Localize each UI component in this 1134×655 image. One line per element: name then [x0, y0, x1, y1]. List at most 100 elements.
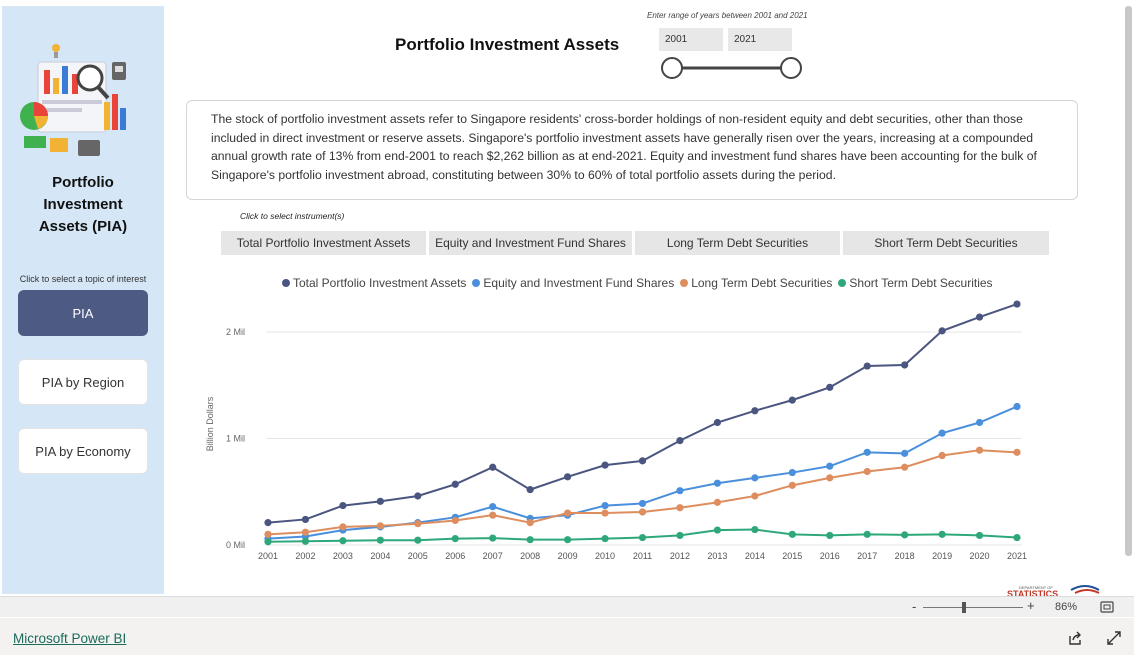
data-point[interactable]: [788, 396, 796, 404]
data-point[interactable]: [676, 504, 684, 512]
legend-item-total[interactable]: Total Portfolio Investment Assets: [282, 276, 466, 290]
data-point[interactable]: [751, 407, 759, 415]
legend-item-equity[interactable]: Equity and Investment Fund Shares: [472, 276, 674, 290]
data-point[interactable]: [376, 497, 384, 505]
data-point[interactable]: [713, 498, 722, 506]
data-point[interactable]: [264, 538, 272, 546]
data-point[interactable]: [975, 446, 984, 454]
data-point[interactable]: [1013, 533, 1021, 542]
fit-to-page-icon[interactable]: [1100, 601, 1114, 613]
data-point[interactable]: [414, 520, 422, 528]
data-point[interactable]: [264, 519, 272, 527]
data-point[interactable]: [526, 519, 534, 527]
data-point[interactable]: [451, 535, 459, 543]
data-point[interactable]: [638, 508, 647, 516]
zoom-slider-track[interactable]: [923, 607, 1023, 608]
data-point[interactable]: [938, 429, 946, 437]
data-point[interactable]: [975, 531, 984, 540]
data-point[interactable]: [788, 468, 796, 477]
data-point[interactable]: [489, 534, 497, 542]
data-point[interactable]: [751, 474, 759, 482]
data-point[interactable]: [751, 525, 759, 534]
data-point[interactable]: [1013, 300, 1021, 308]
power-bi-link[interactable]: Microsoft Power BI: [13, 631, 126, 646]
start-year-input[interactable]: 2001: [659, 28, 723, 51]
data-point[interactable]: [788, 481, 796, 489]
data-point[interactable]: [414, 536, 422, 544]
data-point[interactable]: [601, 461, 609, 469]
data-point[interactable]: [638, 533, 647, 542]
instrument-button-short-term-debt[interactable]: Short Term Debt Securities: [843, 231, 1049, 255]
topic-button-pia[interactable]: PIA: [18, 290, 148, 336]
topic-button-pia-by-economy[interactable]: PIA by Economy: [18, 428, 148, 474]
instrument-button-equity[interactable]: Equity and Investment Fund Shares: [429, 231, 632, 255]
data-point[interactable]: [638, 457, 647, 465]
data-point[interactable]: [564, 509, 572, 517]
data-point[interactable]: [451, 516, 459, 525]
vertical-scrollbar[interactable]: [1125, 6, 1132, 556]
share-icon[interactable]: [1067, 630, 1083, 646]
data-point[interactable]: [376, 522, 384, 530]
data-point[interactable]: [826, 474, 834, 482]
data-point[interactable]: [826, 462, 834, 470]
instrument-button-long-term-debt[interactable]: Long Term Debt Securities: [635, 231, 840, 255]
data-point[interactable]: [489, 503, 497, 511]
data-point[interactable]: [713, 479, 722, 487]
data-point[interactable]: [526, 536, 534, 544]
legend-item-short-term-debt[interactable]: Short Term Debt Securities: [838, 276, 993, 290]
slider-start-handle[interactable]: [661, 57, 683, 79]
data-point[interactable]: [1013, 448, 1021, 456]
data-point[interactable]: [901, 449, 909, 457]
data-point[interactable]: [301, 537, 310, 545]
data-point[interactable]: [826, 383, 834, 391]
data-point[interactable]: [713, 526, 722, 534]
data-point[interactable]: [301, 515, 310, 524]
data-point[interactable]: [601, 535, 609, 543]
data-point[interactable]: [901, 361, 909, 369]
zoom-out-button[interactable]: -: [912, 599, 916, 614]
zoom-in-button[interactable]: +: [1027, 598, 1035, 613]
data-point[interactable]: [1013, 402, 1021, 411]
data-point[interactable]: [826, 531, 834, 540]
data-point[interactable]: [901, 463, 909, 471]
data-point[interactable]: [676, 487, 684, 495]
legend-item-long-term-debt[interactable]: Long Term Debt Securities: [680, 276, 832, 290]
data-point[interactable]: [264, 530, 272, 538]
data-point[interactable]: [489, 511, 497, 519]
data-point[interactable]: [713, 418, 722, 427]
end-year-input[interactable]: 2021: [728, 28, 792, 51]
data-point[interactable]: [938, 451, 946, 460]
data-point[interactable]: [676, 531, 684, 540]
data-point[interactable]: [301, 528, 310, 536]
data-point[interactable]: [376, 536, 384, 544]
data-point[interactable]: [863, 467, 871, 476]
data-point[interactable]: [564, 536, 572, 544]
data-point[interactable]: [489, 463, 497, 471]
data-point[interactable]: [414, 492, 422, 500]
year-range-slider[interactable]: [660, 55, 806, 81]
data-point[interactable]: [339, 501, 347, 510]
data-point[interactable]: [901, 531, 909, 539]
slider-end-handle[interactable]: [780, 57, 802, 79]
zoom-slider-thumb[interactable]: [962, 602, 966, 613]
data-point[interactable]: [975, 313, 984, 321]
data-point[interactable]: [526, 486, 534, 494]
data-point[interactable]: [638, 499, 647, 508]
data-point[interactable]: [863, 530, 871, 538]
data-point[interactable]: [975, 418, 984, 427]
instrument-button-total[interactable]: Total Portfolio Investment Assets: [221, 231, 426, 255]
data-point[interactable]: [601, 509, 609, 517]
data-point[interactable]: [676, 437, 684, 445]
data-point[interactable]: [339, 523, 347, 531]
expand-icon[interactable]: [1106, 630, 1122, 646]
data-point[interactable]: [564, 473, 572, 481]
data-point[interactable]: [863, 362, 871, 370]
topic-button-pia-by-region[interactable]: PIA by Region: [18, 359, 148, 405]
data-point[interactable]: [938, 530, 946, 538]
data-point[interactable]: [751, 492, 759, 500]
data-point[interactable]: [938, 327, 946, 335]
data-point[interactable]: [863, 448, 871, 456]
data-point[interactable]: [788, 530, 796, 538]
data-point[interactable]: [451, 480, 459, 488]
data-point[interactable]: [601, 501, 609, 510]
